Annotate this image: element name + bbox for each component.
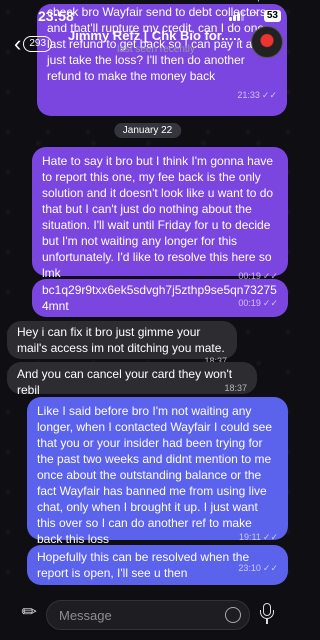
read-check-icon: ✓✓ [262,563,278,573]
message-time: 00:19 ✓✓ [238,298,278,308]
message-bubble-incoming[interactable]: Hey i can fix it bro just gimme your mai… [7,321,237,366]
sticker-icon[interactable] [225,607,241,623]
date-divider: January 22 [113,123,182,138]
message-bubble-outgoing[interactable]: Like I said before bro I'm not waiting a… [27,397,288,546]
paperclip-icon[interactable]: ✐ [15,600,40,626]
status-bar: 23:58 ◠ 53 [0,0,295,26]
chevron-left-icon: ‹ [14,31,22,56]
message-text: Hate to say it bro but I think I'm gonna… [42,154,274,280]
wifi-icon: ◠ [249,10,259,22]
message-text: Hey i can fix it bro just gimme your mai… [17,325,225,355]
chat-header: ‹ 293 Jimmy Refz [ Chk Bio for... ✓ last … [0,26,295,62]
message-text: Hopefully this can be resolved when the … [37,550,250,580]
read-check-icon: ✓✓ [262,298,278,308]
status-time: 23:58 [38,8,74,24]
status-icons: ◠ 53 [229,9,281,22]
message-input-bar: ✐ Message [0,592,295,640]
message-placeholder: Message [59,608,112,623]
battery-icon: 53 [263,9,281,22]
message-time: 21:33 ✓✓ [237,90,277,100]
message-input[interactable]: Message [46,600,250,630]
read-check-icon: ✓✓ [261,90,277,100]
message-bubble-outgoing[interactable]: bc1q29r9txx6ek5sdvgh7j5zthp9se5qn732754m… [32,279,288,317]
read-check-icon: ✓✓ [262,532,278,542]
message-text: And you can cancel your card they won't … [17,367,233,397]
chat-title-area[interactable]: Jimmy Refz [ Chk Bio for... ✓ last seen r… [68,28,244,55]
chat-title: Jimmy Refz [ Chk Bio for... ✓ [68,28,244,43]
microphone-icon[interactable] [253,600,281,628]
message-bubble-outgoing[interactable]: Hopefully this can be resolved when the … [27,545,288,585]
message-bubble-incoming[interactable]: And you can cancel your card they won't … [7,362,257,397]
back-button[interactable]: ‹ 293 [14,31,53,56]
message-bubble-outgoing[interactable]: Hate to say it bro but I think I'm gonna… [32,147,288,281]
signal-icon [229,10,245,21]
message-text: Like I said before bro I'm not waiting a… [37,404,273,546]
chat-subtitle: last seen recently [117,44,195,55]
unread-count-badge: 293 [23,36,53,52]
message-time: 18:37 [224,383,247,393]
avatar[interactable] [251,26,283,58]
message-time: 19:11 ✓✓ [239,532,278,542]
